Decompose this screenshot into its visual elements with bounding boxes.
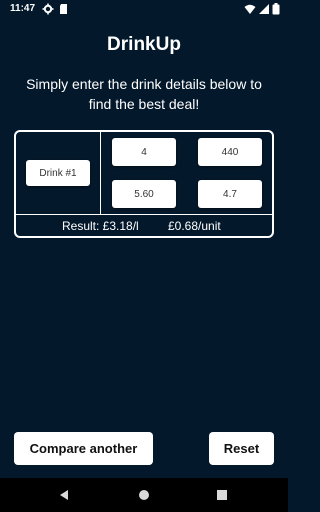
card-vertical-divider	[100, 132, 101, 214]
status-time: 11:47	[10, 3, 36, 14]
status-bar: 11:47	[0, 0, 288, 18]
gear-icon	[42, 3, 54, 15]
abv-field[interactable]: 4.7	[198, 180, 262, 208]
signal-icon	[258, 3, 270, 15]
home-icon[interactable]	[136, 487, 152, 503]
drink-card: Drink #1 4 440 5.60 4.7 Result: £3.18/l …	[14, 130, 274, 238]
recents-icon[interactable]	[214, 487, 230, 503]
sd-card-icon	[58, 3, 70, 15]
navigation-bar	[0, 478, 288, 512]
result-per-litre: Result: £3.18/l	[62, 219, 139, 233]
back-icon[interactable]	[56, 487, 72, 503]
drink-name-button[interactable]: Drink #1	[26, 160, 90, 186]
volume-field[interactable]: 440	[198, 138, 262, 166]
quantity-field[interactable]: 4	[112, 138, 176, 166]
price-field[interactable]: 5.60	[112, 180, 176, 208]
subtitle: Simply enter the drink details below to …	[26, 76, 262, 112]
result-row: Result: £3.18/l £0.68/unit	[16, 215, 272, 236]
app-title: DrinkUp	[107, 34, 181, 55]
wifi-icon	[244, 3, 256, 15]
compare-another-button[interactable]: Compare another	[14, 432, 153, 465]
battery-icon	[272, 3, 280, 15]
result-per-unit: £0.68/unit	[168, 219, 221, 233]
reset-button[interactable]: Reset	[209, 432, 274, 465]
